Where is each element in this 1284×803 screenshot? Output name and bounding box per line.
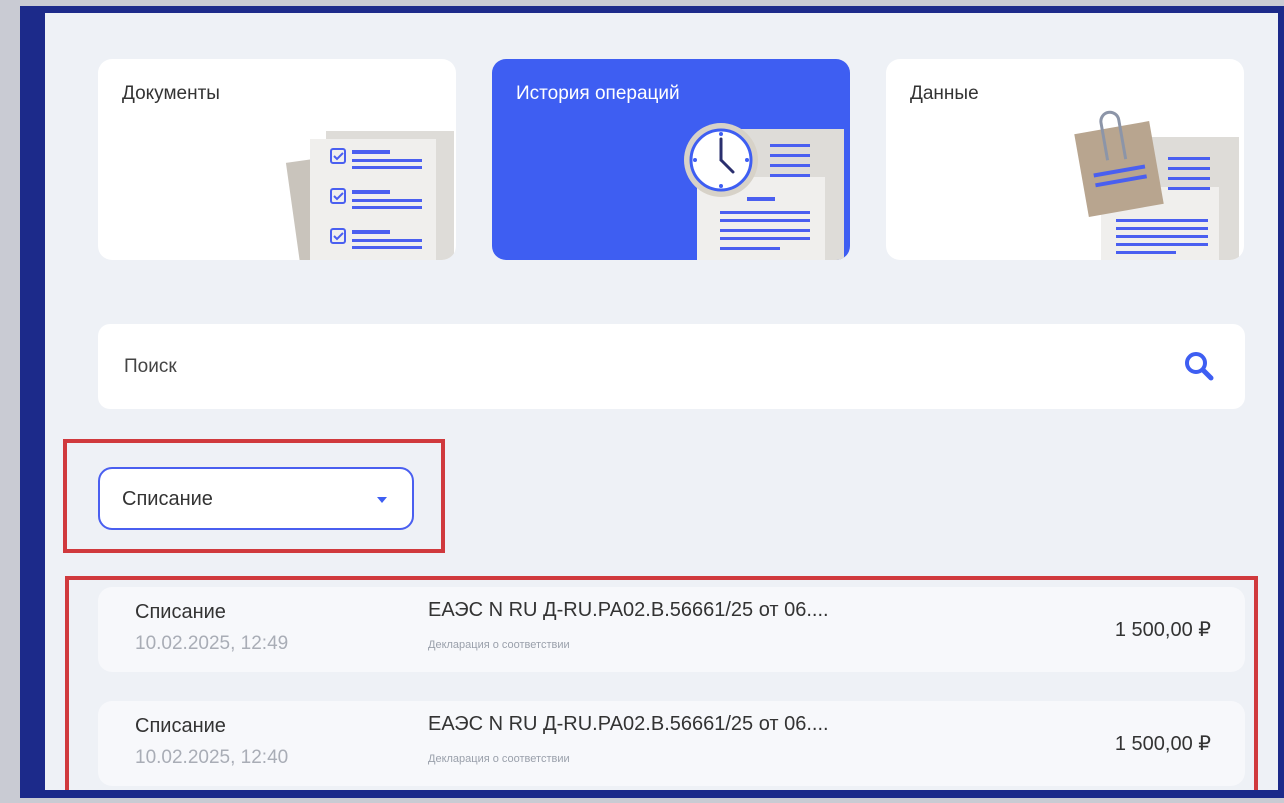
search-bar xyxy=(98,324,1245,409)
card-data[interactable]: Данные xyxy=(886,59,1244,260)
operation-type: Списание xyxy=(135,601,226,623)
operation-type-dropdown[interactable]: Списание xyxy=(98,467,414,530)
card-documents[interactable]: Документы xyxy=(98,59,456,260)
operation-subtitle: Декларация о соответствии xyxy=(428,639,570,651)
search-icon[interactable] xyxy=(1183,350,1215,382)
operation-title: ЕАЭС N RU Д-RU.РА02.В.56661/25 от 06.... xyxy=(428,599,829,621)
operation-date: 10.02.2025, 12:49 xyxy=(135,633,289,654)
clock-document-icon xyxy=(684,123,845,260)
dropdown-selected-value: Списание xyxy=(122,488,213,510)
search-input[interactable] xyxy=(122,346,1166,388)
operation-amount: 1 500,00 ₽ xyxy=(1114,619,1211,641)
caret-down-icon xyxy=(377,497,387,503)
operation-date: 10.02.2025, 12:40 xyxy=(135,747,289,768)
operation-row[interactable]: Списание 10.02.2025, 12:40 ЕАЭС N RU Д-R… xyxy=(98,701,1245,786)
operation-type: Списание xyxy=(135,715,226,737)
card-history[interactable]: История операций xyxy=(492,59,850,260)
operation-subtitle: Декларация о соответствии xyxy=(428,753,570,765)
operation-amount: 1 500,00 ₽ xyxy=(1114,733,1211,755)
paperclip-note-icon xyxy=(1074,110,1239,260)
documents-checklist-icon xyxy=(285,131,454,260)
app-window: Документы История операций Данные Поиск … xyxy=(20,6,1284,798)
operation-row[interactable]: Списание 10.02.2025, 12:49 ЕАЭС N RU Д-R… xyxy=(98,587,1245,672)
operation-title: ЕАЭС N RU Д-RU.РА02.В.56661/25 от 06.... xyxy=(428,713,829,735)
